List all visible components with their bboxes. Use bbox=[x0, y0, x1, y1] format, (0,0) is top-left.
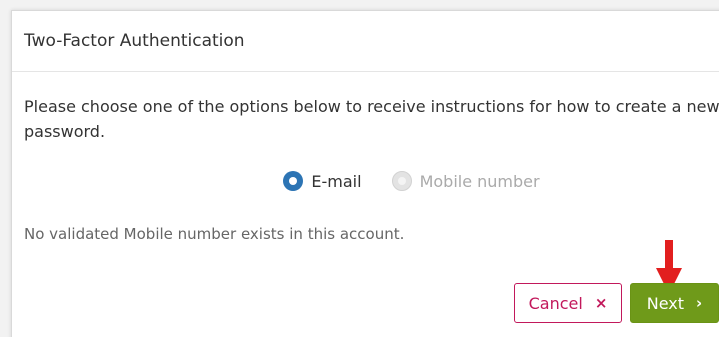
mobile-number-radio bbox=[391, 171, 412, 191]
option-email[interactable]: E-mail bbox=[283, 171, 362, 191]
dialog-footer: Cancel × Next › bbox=[514, 283, 719, 323]
chevron-right-icon: › bbox=[696, 294, 703, 312]
mobile-number-radio-label: Mobile number bbox=[419, 171, 540, 191]
dialog-body: Please choose one of the options below t… bbox=[12, 72, 719, 243]
dialog-header: Two-Factor Authentication bbox=[12, 11, 719, 72]
delivery-method-options: E-mail Mobile number bbox=[104, 171, 719, 191]
next-button-label: Next bbox=[646, 293, 685, 313]
no-mobile-notice: No validated Mobile number exists in thi… bbox=[24, 225, 405, 243]
page: Two-Factor Authentication Please choose … bbox=[0, 0, 719, 337]
option-mobile-number: Mobile number bbox=[391, 171, 540, 191]
email-radio[interactable] bbox=[283, 171, 304, 191]
email-radio-label: E-mail bbox=[311, 171, 362, 191]
instructions-text: Please choose one of the options below t… bbox=[24, 97, 719, 141]
cancel-button[interactable]: Cancel × bbox=[514, 283, 622, 323]
cancel-button-label: Cancel bbox=[528, 293, 583, 313]
next-button[interactable]: Next › bbox=[630, 283, 719, 323]
dialog-title: Two-Factor Authentication bbox=[24, 31, 245, 51]
close-icon: × bbox=[594, 294, 608, 312]
